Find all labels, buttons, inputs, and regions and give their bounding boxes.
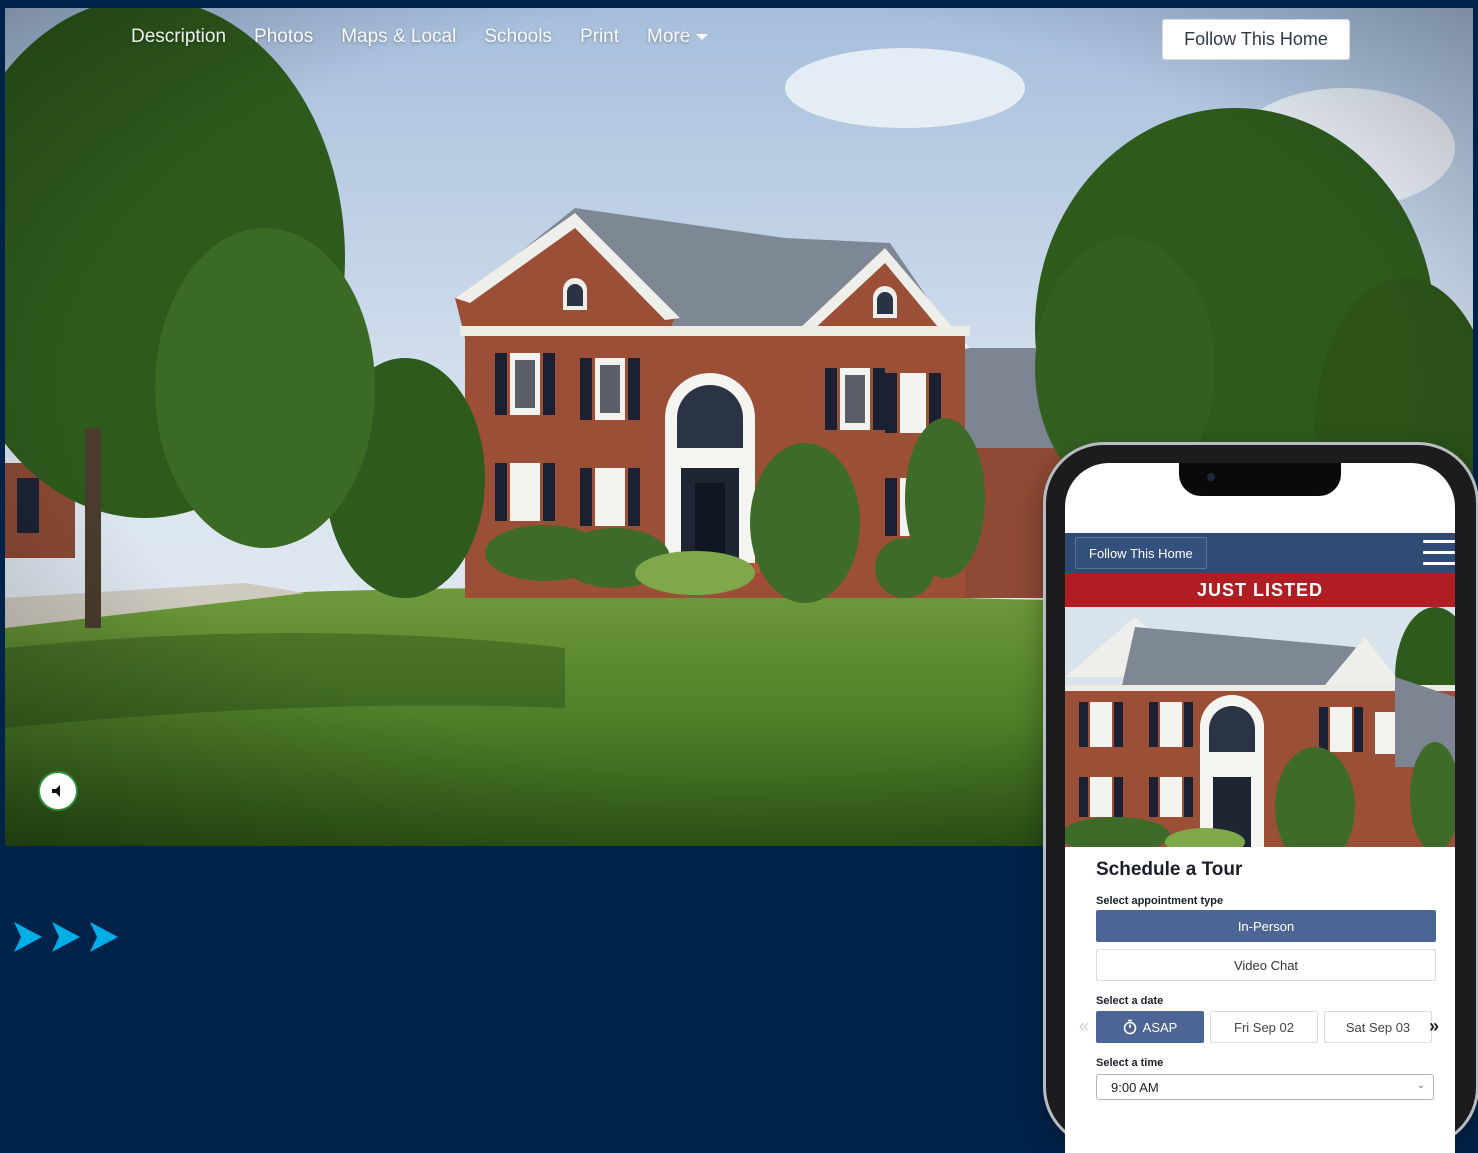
schedule-tour-form: Schedule a Tour Select appointment type …	[1079, 859, 1439, 1100]
time-label: Select a time	[1096, 1057, 1164, 1069]
time-value: 9:00 AM	[1111, 1079, 1159, 1095]
nav-more-label: More	[647, 26, 691, 47]
video-chat-option[interactable]: Video Chat	[1096, 949, 1436, 981]
top-navigation: Description Photos Maps & Local Schools …	[5, 8, 1473, 72]
mobile-house-photo	[1065, 607, 1455, 847]
house-thumbnail	[1065, 607, 1455, 847]
chevron-right-icon	[14, 922, 42, 952]
nav-print[interactable]: Print	[580, 26, 619, 48]
nav-photos[interactable]: Photos	[254, 26, 313, 48]
mute-toggle-button[interactable]	[38, 771, 78, 811]
prev-dates-icon[interactable]: «	[1079, 1016, 1089, 1037]
just-listed-banner: JUST LISTED	[1065, 573, 1455, 607]
time-select[interactable]: 9:00 AM ⌄	[1096, 1074, 1434, 1100]
nav-links: Description Photos Maps & Local Schools …	[131, 26, 709, 48]
phone-screen: Follow This Home JUST LISTED Schedule a …	[1065, 463, 1455, 1153]
chevron-right-icon	[52, 922, 80, 952]
nav-schools[interactable]: Schools	[484, 26, 552, 48]
nav-description[interactable]: Description	[131, 26, 226, 48]
in-person-option[interactable]: In-Person	[1096, 910, 1436, 942]
appointment-type-label: Select appointment type	[1096, 895, 1224, 907]
date-asap[interactable]: ASAP	[1096, 1011, 1204, 1043]
phone-mockup: Follow This Home JUST LISTED Schedule a …	[1046, 445, 1476, 1153]
phone-notch	[1179, 463, 1341, 496]
decorative-arrows	[14, 920, 120, 954]
date-picker: « ASAP Fri Sep 02 Sat Sep 03 »	[1079, 1011, 1439, 1043]
mobile-header: Follow This Home	[1065, 533, 1455, 573]
caret-down-icon	[696, 33, 709, 40]
camera-icon	[1207, 473, 1215, 481]
nav-more-dropdown[interactable]: More	[647, 26, 709, 48]
hamburger-icon[interactable]	[1423, 540, 1455, 566]
mobile-follow-button[interactable]: Follow This Home	[1075, 537, 1207, 569]
chevron-right-icon	[90, 922, 118, 952]
date-asap-label: ASAP	[1142, 1019, 1178, 1035]
speaker-icon	[52, 785, 60, 797]
chevron-down-icon: ⌄	[1416, 1080, 1425, 1091]
next-dates-icon[interactable]: »	[1429, 1016, 1439, 1037]
follow-home-button[interactable]: Follow This Home	[1162, 19, 1350, 60]
date-fri-sep-02[interactable]: Fri Sep 02	[1210, 1011, 1318, 1043]
stopwatch-icon	[1123, 1019, 1136, 1035]
date-sat-sep-03[interactable]: Sat Sep 03	[1324, 1011, 1432, 1043]
tour-title: Schedule a Tour	[1096, 859, 1243, 880]
date-label: Select a date	[1096, 995, 1164, 1007]
nav-maps-local[interactable]: Maps & Local	[341, 26, 456, 48]
